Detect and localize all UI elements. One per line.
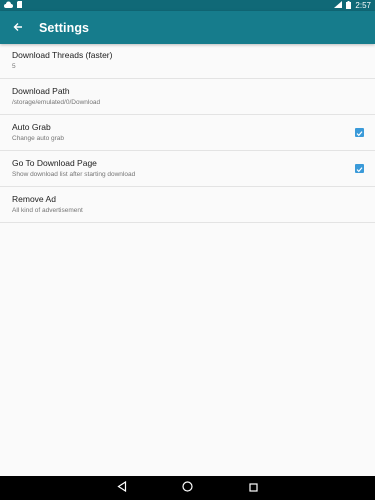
nav-home-button[interactable] <box>181 481 195 495</box>
page-title: Settings <box>39 20 90 35</box>
nav-recents-button[interactable] <box>247 481 261 495</box>
setting-title: Remove Ad <box>12 194 56 204</box>
setting-summary: 5 <box>12 63 16 70</box>
battery-icon <box>346 0 352 11</box>
checkmark-icon <box>356 160 363 178</box>
status-bar: 2:57 <box>0 0 375 11</box>
checkmark-icon <box>356 124 363 142</box>
setting-download-path[interactable]: Download Path /storage/emulated/0/Downlo… <box>0 79 375 115</box>
cloud-icon <box>4 1 13 10</box>
status-right-icons: 2:57 <box>334 0 371 11</box>
setting-summary: /storage/emulated/0/Download <box>12 99 101 106</box>
signal-icon <box>334 1 343 10</box>
setting-title: Auto Grab <box>12 122 51 132</box>
navigation-bar <box>0 476 375 500</box>
setting-text: Auto Grab Change auto grab <box>12 122 64 143</box>
setting-summary: All kind of advertisement <box>12 207 83 214</box>
go-to-download-page-checkbox[interactable] <box>355 164 364 173</box>
setting-text: Download Threads (faster) 5 <box>12 50 112 71</box>
setting-title: Download Path <box>12 86 70 96</box>
status-left-icons <box>4 1 23 10</box>
setting-title: Download Threads (faster) <box>12 50 113 60</box>
arrow-back-icon <box>13 19 23 37</box>
app-bar: Settings <box>0 11 375 44</box>
back-button[interactable] <box>7 17 29 39</box>
sd-card-icon <box>17 1 23 10</box>
setting-text: Go To Download Page Show download list a… <box>12 158 135 179</box>
setting-go-to-download-page[interactable]: Go To Download Page Show download list a… <box>0 151 375 187</box>
setting-auto-grab[interactable]: Auto Grab Change auto grab <box>0 115 375 151</box>
status-time: 2:57 <box>355 1 371 10</box>
auto-grab-checkbox[interactable] <box>355 128 364 137</box>
setting-summary: Show download list after starting downlo… <box>12 171 136 178</box>
recents-square-icon <box>249 479 258 497</box>
setting-download-threads[interactable]: Download Threads (faster) 5 <box>0 43 375 79</box>
setting-text: Remove Ad All kind of advertisement <box>12 194 83 215</box>
home-circle-icon <box>182 479 193 497</box>
back-triangle-icon <box>116 479 127 497</box>
setting-remove-ad[interactable]: Remove Ad All kind of advertisement <box>0 187 375 223</box>
setting-title: Go To Download Page <box>12 158 97 168</box>
setting-summary: Change auto grab <box>12 135 65 142</box>
setting-text: Download Path /storage/emulated/0/Downlo… <box>12 86 100 107</box>
settings-list: Download Threads (faster) 5 Download Pat… <box>0 43 375 223</box>
nav-back-button[interactable] <box>115 479 129 497</box>
